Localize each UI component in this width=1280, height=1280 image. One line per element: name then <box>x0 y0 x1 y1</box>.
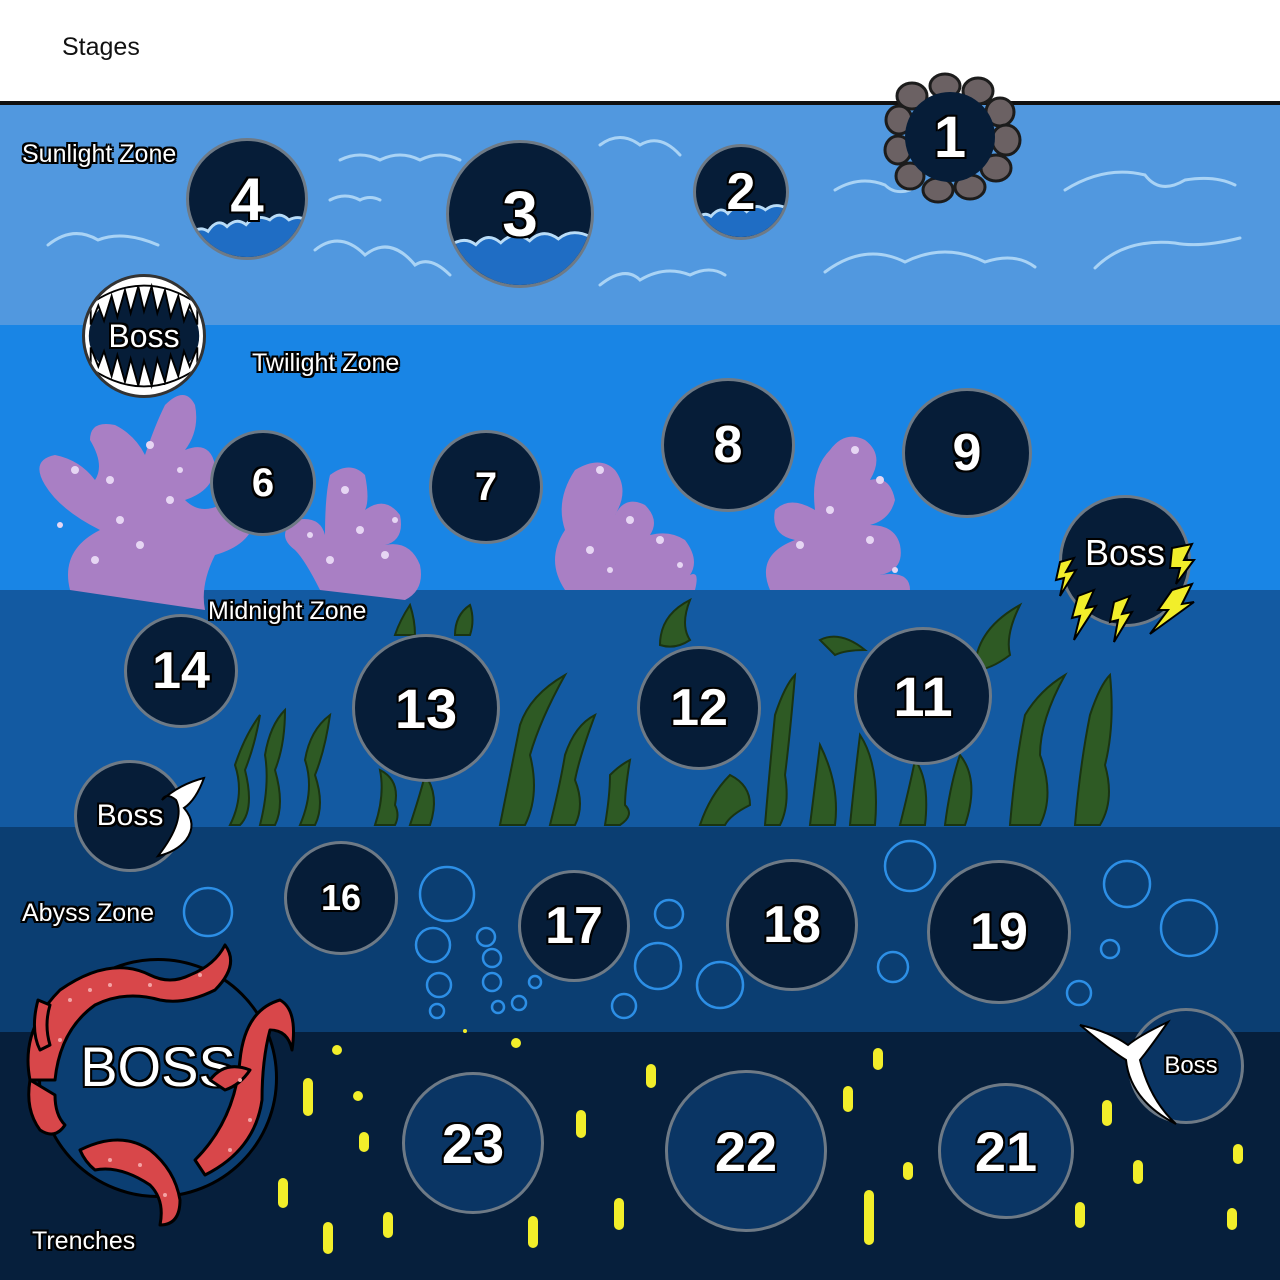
boss-shark-label: Boss <box>108 317 180 354</box>
zone-label-abyss: Abyss Zone <box>22 899 155 927</box>
boss-kraken-label: BOSS <box>80 1034 236 1098</box>
stage-3-label: 3 <box>502 178 538 250</box>
stage-21-label: 21 <box>974 1119 1038 1183</box>
stage-3-button[interactable]: 3 <box>446 140 594 288</box>
stage-12-label: 12 <box>670 679 728 737</box>
boss-whale-midnight-button[interactable]: Boss <box>74 760 186 872</box>
stage-16-button[interactable]: 16 <box>284 841 398 955</box>
stage-11-button[interactable]: 11 <box>854 627 992 765</box>
stage-9-button[interactable]: 9 <box>902 388 1032 518</box>
stage-19-button[interactable]: 19 <box>927 860 1071 1004</box>
stage-1-label: 1 <box>933 104 967 170</box>
zone-label-twilight: Twilight Zone <box>252 349 400 377</box>
boss-whale-trenches-label: Boss <box>1164 1052 1218 1079</box>
boss-kraken-button[interactable]: BOSS <box>38 958 278 1198</box>
stage-8-button[interactable]: 8 <box>661 378 795 512</box>
stage-11-label: 11 <box>893 664 953 728</box>
stage-4-label: 4 <box>230 165 264 233</box>
boss-electric-label: Boss <box>1084 532 1166 573</box>
stage-4-button[interactable]: 4 <box>186 138 308 260</box>
stage-13-label: 13 <box>394 676 458 740</box>
stage-9-label: 9 <box>952 424 982 482</box>
stage-2-button[interactable]: 2 <box>693 144 789 240</box>
stage-6-label: 6 <box>251 460 275 505</box>
stage-7-label: 7 <box>474 464 498 509</box>
stage-21-button[interactable]: 21 <box>938 1083 1074 1219</box>
stage-14-label: 14 <box>152 642 210 700</box>
zone-label-trenches: Trenches <box>32 1227 136 1255</box>
stage-23-label: 23 <box>441 1111 505 1175</box>
stage-17-button[interactable]: 17 <box>518 870 630 982</box>
stage-18-label: 18 <box>763 896 821 954</box>
stage-13-button[interactable]: 13 <box>352 634 500 782</box>
boss-shark-button[interactable]: Boss <box>82 274 206 398</box>
stage-23-button[interactable]: 23 <box>402 1072 544 1214</box>
stage-7-button[interactable]: 7 <box>429 430 543 544</box>
zone-label-midnight: Midnight Zone <box>208 597 367 625</box>
water-surface-line <box>0 101 1280 105</box>
boss-whale-midnight-label: Boss <box>96 799 164 832</box>
stage-2-label: 2 <box>726 163 756 221</box>
boss-whale-trenches-button[interactable]: Boss <box>1128 1008 1244 1124</box>
stage-17-label: 17 <box>545 897 603 955</box>
page-title: Stages <box>62 33 140 61</box>
stage-6-button[interactable]: 6 <box>210 430 316 536</box>
stage-19-label: 19 <box>970 903 1028 961</box>
stage-18-button[interactable]: 18 <box>726 859 858 991</box>
stage-22-button[interactable]: 22 <box>665 1070 827 1232</box>
stage-16-label: 16 <box>320 877 362 918</box>
header-bar: Stages <box>0 0 1280 102</box>
stage-14-button[interactable]: 14 <box>124 614 238 728</box>
stage-8-label: 8 <box>713 416 743 474</box>
boss-electric-button[interactable]: Boss <box>1059 495 1191 627</box>
stage-1-button[interactable]: 1 <box>905 92 995 182</box>
stage-12-button[interactable]: 12 <box>637 646 761 770</box>
zone-label-sunlight: Sunlight Zone <box>22 140 177 168</box>
stage-22-label: 22 <box>714 1119 778 1183</box>
